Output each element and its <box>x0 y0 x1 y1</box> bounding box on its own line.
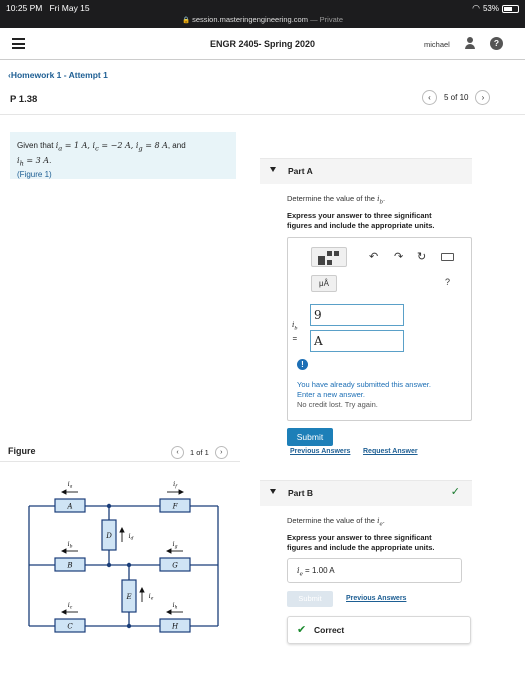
status-time: 10:25 PM Fri May 15 <box>6 3 90 13</box>
previous-answers-link-a[interactable]: Previous Answers <box>290 448 350 455</box>
label-ic: ic <box>68 601 73 611</box>
status-bar: 10:25 PM Fri May 15 🔒 session.masteringen… <box>0 0 525 28</box>
check-icon: ✔ <box>297 624 307 636</box>
next-figure-button[interactable]: › <box>214 446 228 459</box>
templates-button[interactable] <box>311 247 347 267</box>
app-header: ENGR 2405- Spring 2020 michael ? <box>0 28 525 60</box>
figure-label: Figure <box>8 446 36 456</box>
figure-divider <box>0 461 240 462</box>
part-b-prompt: Determine the value of the ie. <box>287 516 385 528</box>
box-c: C <box>67 623 73 631</box>
part-a-prompt: Determine the value of the ib. <box>287 194 386 206</box>
variable-label: ib = <box>292 320 298 343</box>
given-statement: Given that ia = 1 A, ic = −2 A, ig = 8 A… <box>10 132 236 179</box>
label-ie: ie <box>149 592 154 602</box>
box-a: A <box>66 503 72 511</box>
label-id: id <box>129 532 134 542</box>
part-b-instructions: Express your answer to three significant… <box>287 533 435 552</box>
lock-icon: 🔒 <box>181 17 191 24</box>
warning-icon: ! <box>297 359 308 370</box>
reset-icon[interactable]: ↻ <box>417 250 426 263</box>
previous-answers-link-b[interactable]: Previous Answers <box>346 595 406 602</box>
prev-problem-button[interactable]: ‹ <box>422 90 437 105</box>
collapse-icon <box>270 167 276 172</box>
box-h: H <box>171 623 179 631</box>
units-button[interactable]: μÅ <box>311 275 337 292</box>
part-a-header[interactable]: Part A <box>260 158 472 184</box>
submit-button-part-a[interactable]: Submit <box>287 428 333 446</box>
prev-figure-button[interactable]: ‹ <box>171 446 184 459</box>
divider <box>0 114 525 115</box>
label-ih: ih <box>173 601 178 611</box>
wifi-icon: ◠ <box>472 3 480 13</box>
problem-position: 5 of 10 <box>444 93 469 102</box>
figure-link[interactable]: (Figure 1) <box>17 170 52 179</box>
box-d: D <box>105 532 112 540</box>
units-input[interactable]: A <box>310 330 404 352</box>
checkmark-icon: ✓ <box>450 486 460 498</box>
submission-feedback: You have already submitted this answer. … <box>297 380 431 409</box>
label-ib: ib <box>68 540 73 550</box>
battery-icon <box>502 4 519 13</box>
box-e: E <box>125 593 131 601</box>
correct-feedback: ✔ Correct <box>287 616 471 644</box>
help-question-icon[interactable]: ? <box>445 277 450 287</box>
templates-icon <box>318 251 340 265</box>
label-ig: ig <box>173 540 178 550</box>
label-if: if <box>173 480 178 490</box>
problem-pager: ‹ 5 of 10 › <box>422 90 491 105</box>
collapse-icon <box>270 489 276 494</box>
box-b: B <box>66 562 72 570</box>
figure-position: 1 of 1 <box>190 448 209 457</box>
keyboard-icon[interactable] <box>441 253 454 261</box>
request-answer-link[interactable]: Request Answer <box>363 448 418 455</box>
part-a-instructions: Express your answer to three significant… <box>287 211 435 230</box>
url-bar[interactable]: 🔒 session.masteringengineering.com — Priv… <box>0 15 525 24</box>
part-b-answer: ie = 1.00 A <box>287 558 462 583</box>
help-icon[interactable]: ? <box>490 37 503 50</box>
figure-pager: ‹ 1 of 1 › <box>171 446 228 459</box>
problem-title: P 1.38 <box>10 94 38 105</box>
user-icon[interactable] <box>464 37 476 50</box>
user-name[interactable]: michael <box>424 40 450 49</box>
redo-icon[interactable]: ↷ <box>394 250 403 263</box>
undo-icon[interactable]: ↶ <box>369 250 378 263</box>
circuit-diagram: A F D B G E C H ia if ib ig ic ih id ie <box>28 480 219 633</box>
battery-status: ◠ 53% <box>472 3 519 14</box>
submit-button-part-b: Submit <box>287 591 333 607</box>
breadcrumb-homework[interactable]: ‹Homework 1 - Attempt 1 <box>8 70 108 80</box>
value-input[interactable]: 9 <box>310 304 404 326</box>
box-g: G <box>172 562 178 570</box>
next-problem-button[interactable]: › <box>475 90 491 105</box>
part-b-header[interactable]: Part B ✓ <box>260 480 472 506</box>
label-ia: ia <box>68 480 73 490</box>
